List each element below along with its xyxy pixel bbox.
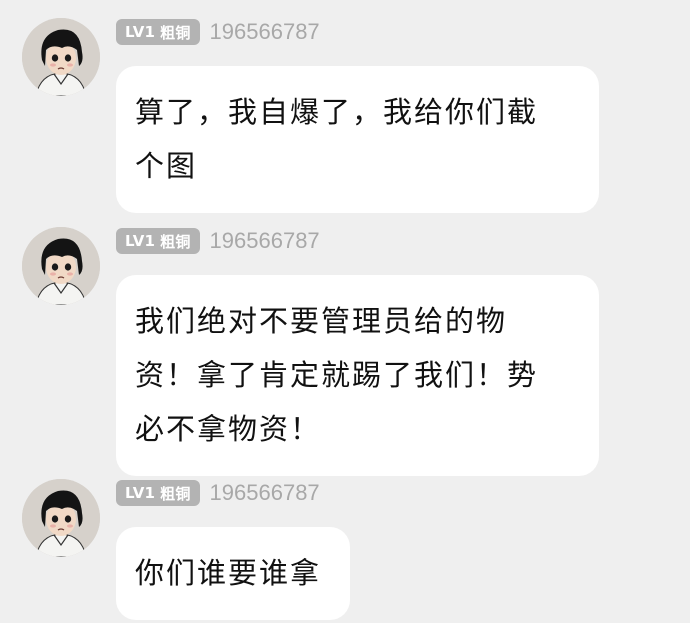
avatar[interactable]	[22, 227, 100, 305]
anime-boy-avatar-icon	[22, 479, 100, 557]
rank-label: 粗铜	[160, 484, 191, 503]
level-badge: LV1 粗铜	[116, 228, 200, 254]
rank-label: 粗铜	[160, 23, 191, 42]
level-badge: LV1 粗铜	[116, 19, 200, 45]
message-bubble[interactable]: 你们谁要谁拿	[116, 527, 350, 620]
chat-message: LV1 粗铜 196566787 你们谁要谁拿	[0, 479, 690, 620]
message-line: 算了，我自爆了，我给你们截	[135, 95, 539, 129]
message-meta: LV1 粗铜 196566787	[116, 479, 320, 507]
user-id[interactable]: 196566787	[210, 480, 320, 506]
message-meta: LV1 粗铜 196566787	[116, 227, 320, 255]
message-line: 个图	[135, 149, 198, 183]
anime-boy-avatar-icon	[22, 227, 100, 305]
chat-message: LV1 粗铜 196566787 算了，我自爆了，我给你们截 个图	[0, 18, 690, 213]
message-bubble[interactable]: 算了，我自爆了，我给你们截 个图	[116, 66, 599, 213]
message-bubble[interactable]: 我们绝对不要管理员给的物 资！拿了肯定就踢了我们！势 必不拿物资！	[116, 275, 599, 476]
rank-label: 粗铜	[160, 232, 191, 251]
user-id[interactable]: 196566787	[210, 228, 320, 254]
level-badge: LV1 粗铜	[116, 480, 200, 506]
message-line: 资！拿了肯定就踢了我们！势	[135, 358, 539, 392]
message-line: 必不拿物资！	[135, 412, 322, 446]
level-label: LV1	[125, 484, 156, 502]
level-label: LV1	[125, 23, 156, 41]
chat-message: LV1 粗铜 196566787 我们绝对不要管理员给的物 资！拿了肯定就踢了我…	[0, 227, 690, 476]
user-id[interactable]: 196566787	[210, 19, 320, 45]
anime-boy-avatar-icon	[22, 18, 100, 96]
message-line: 我们绝对不要管理员给的物	[135, 304, 508, 338]
message-meta: LV1 粗铜 196566787	[116, 18, 320, 46]
chat-list: LV1 粗铜 196566787 算了，我自爆了，我给你们截 个图 LV1 粗铜…	[0, 0, 690, 623]
level-label: LV1	[125, 232, 156, 250]
message-line: 你们谁要谁拿	[135, 556, 322, 590]
avatar[interactable]	[22, 479, 100, 557]
avatar[interactable]	[22, 18, 100, 96]
